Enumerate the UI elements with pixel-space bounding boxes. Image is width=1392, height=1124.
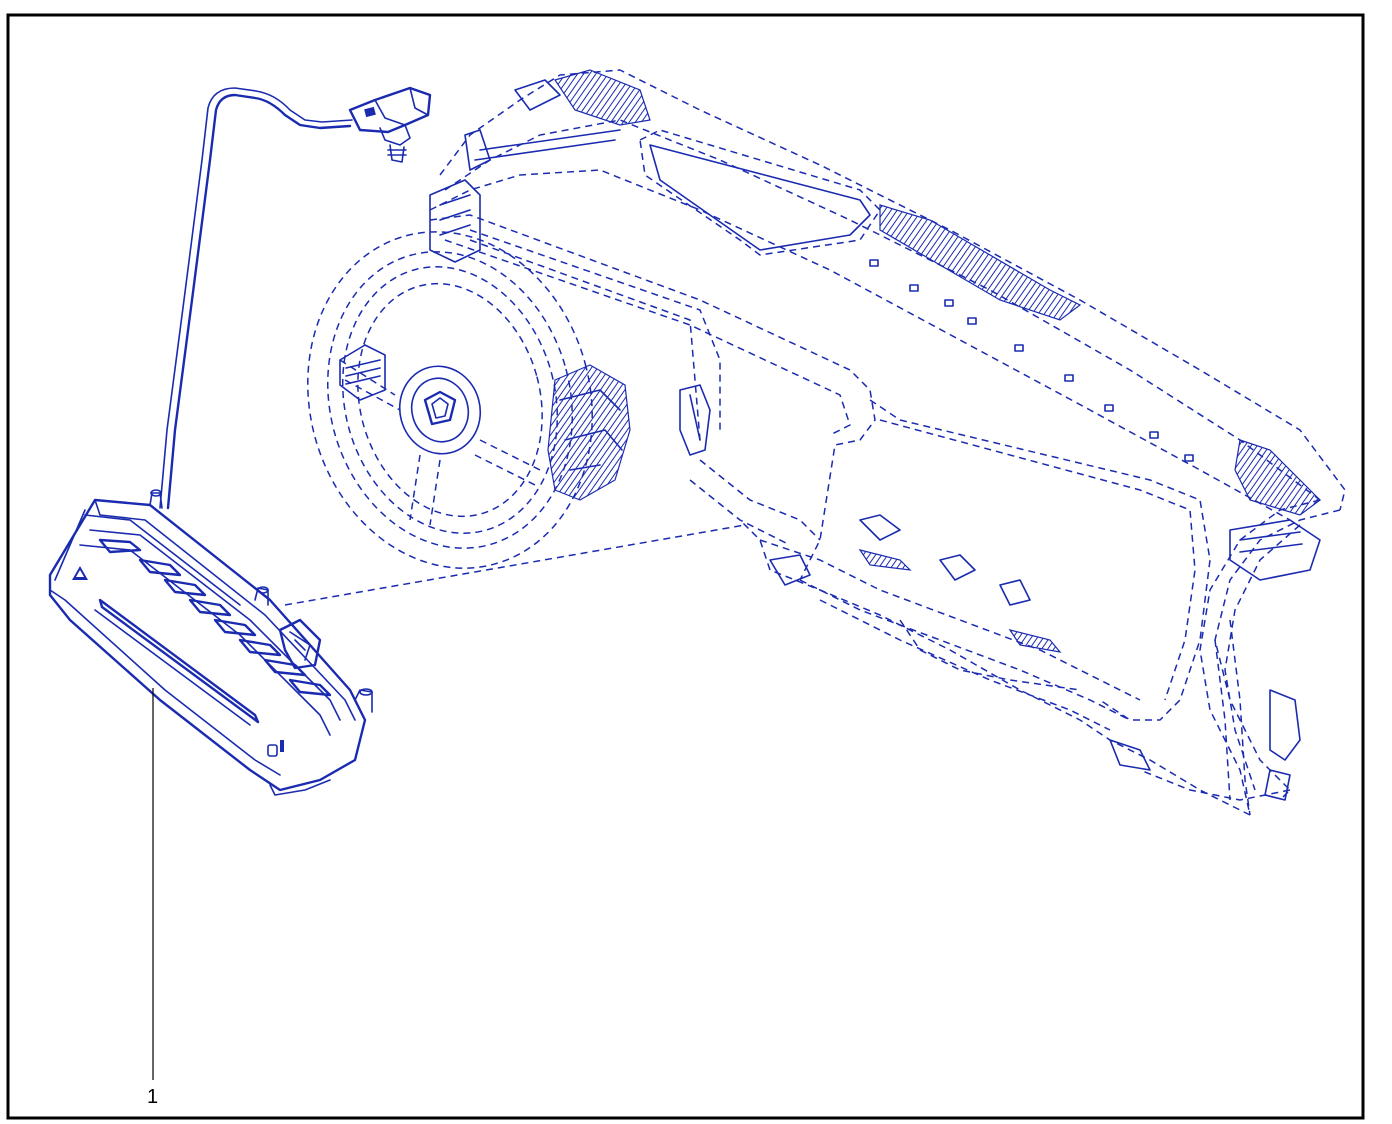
dashboard-assembly bbox=[307, 69, 1346, 816]
diagram-frame bbox=[6, 13, 1365, 1120]
location-line bbox=[284, 524, 746, 606]
part-1-control-panel bbox=[48, 489, 373, 796]
sensor-harness bbox=[159, 86, 432, 510]
callout-label-1: 1 bbox=[147, 1086, 158, 1108]
parts-diagram: 1 bbox=[6, 13, 1365, 1120]
